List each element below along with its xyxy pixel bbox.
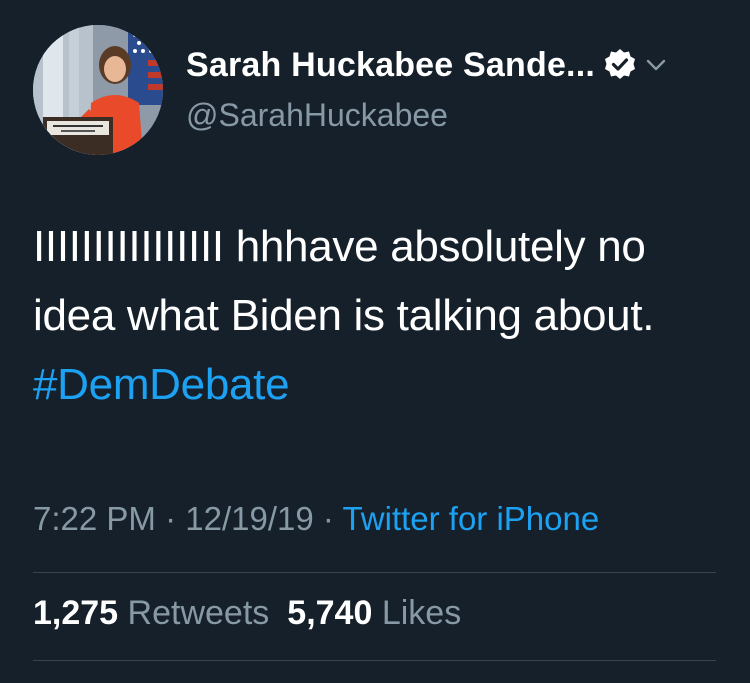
likes-count: 5,740	[287, 594, 373, 632]
tweet-meta: 7:22 PM · 12/19/19 · Twitter for iPhone	[33, 500, 599, 538]
verified-badge-icon	[603, 48, 637, 82]
avatar-photo	[33, 25, 163, 155]
divider	[33, 660, 716, 661]
retweets-label: Retweets	[127, 594, 270, 632]
author-name-row: Sarah Huckabee Sande...	[186, 43, 669, 87]
author-display-name[interactable]: Sarah Huckabee Sande...	[186, 46, 595, 85]
tweet-source-link[interactable]: Twitter for iPhone	[342, 500, 599, 537]
tweet-header: Sarah Huckabee Sande... @SarahHuckabee	[33, 25, 723, 155]
meta-separator: ·	[313, 500, 343, 537]
meta-separator: ·	[155, 500, 186, 537]
tweet-text-main: IIIIIIIIIIIIIIII hhhave absolutely no id…	[33, 222, 655, 340]
likes-label: Likes	[381, 594, 462, 632]
tweet-text: IIIIIIIIIIIIIIII hhhave absolutely no id…	[33, 212, 723, 419]
tweet-detail: Sarah Huckabee Sande... @SarahHuckabee I…	[0, 0, 750, 683]
tweet-date: 12/19/19	[185, 500, 314, 537]
tweet-stats: 1,275 Retweets 5,740 Likes	[33, 594, 461, 633]
author-handle[interactable]: @SarahHuckabee	[186, 97, 448, 134]
divider	[33, 572, 716, 573]
retweets-stat[interactable]: 1,275 Retweets	[33, 594, 269, 632]
tweet-time: 7:22 PM	[33, 500, 156, 537]
hashtag-link[interactable]: #DemDebate	[33, 360, 290, 409]
chevron-down-icon[interactable]	[643, 52, 669, 78]
retweets-count: 1,275	[33, 594, 119, 632]
avatar[interactable]	[33, 25, 163, 155]
likes-stat[interactable]: 5,740 Likes	[287, 594, 461, 632]
